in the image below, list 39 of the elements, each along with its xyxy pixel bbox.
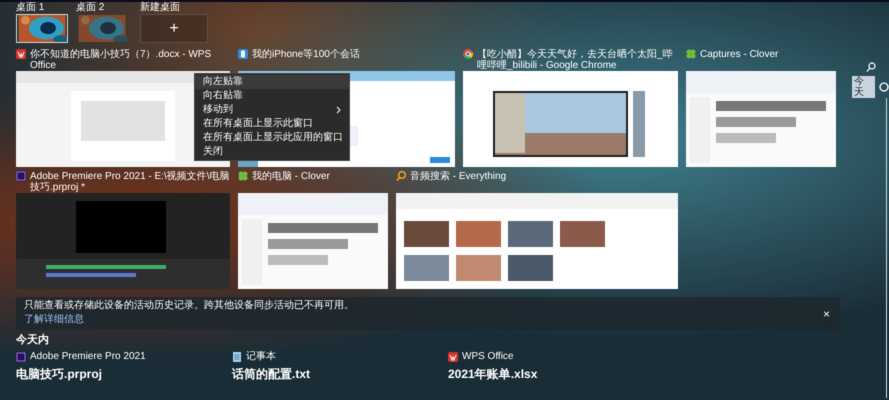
window-title: Captures - Clover <box>700 49 778 60</box>
menu-item[interactable]: 向左贴靠 <box>195 75 349 89</box>
app-icon <box>16 352 26 362</box>
menu-item[interactable]: 向右贴靠 <box>195 89 349 103</box>
app-icon <box>448 352 458 362</box>
phone-icon <box>238 49 248 59</box>
desktop-thumbnail[interactable] <box>16 14 68 43</box>
app-name: Adobe Premiere Pro 2021 <box>30 351 146 363</box>
window-title: 我的iPhone等100个会话 <box>252 49 360 60</box>
learn-more-link[interactable]: 了解详细信息 <box>24 314 84 325</box>
new-desktop-button[interactable]: + <box>140 14 208 43</box>
activity-title: 电脑技巧.prproj <box>16 367 103 381</box>
browser-icon <box>463 49 473 59</box>
app-name: 记事本 <box>246 351 276 363</box>
menu-item[interactable]: 关闭 <box>195 145 349 159</box>
menu-item[interactable]: 移动到 <box>195 103 349 117</box>
close-button[interactable]: × <box>820 308 832 320</box>
desktop-label: 桌面 1 <box>16 2 46 14</box>
app-name: WPS Office <box>462 351 514 363</box>
app-icon <box>16 49 26 59</box>
clover-icon <box>686 49 696 59</box>
search-icon[interactable] <box>866 62 876 72</box>
desktop-label: 新建桌面 <box>140 2 181 14</box>
notice-text: 只能查看或存储此设备的活动历史记录。跨其他设备同步活动已不再可用。 <box>24 300 354 312</box>
activity-title: 2021年账单.xlsx <box>448 367 538 381</box>
timeline-handle[interactable] <box>879 82 889 92</box>
app-icon <box>16 171 26 181</box>
desktop-thumbnail[interactable] <box>76 14 128 43</box>
window-title: 【吃小醋】今天天气好，去天台晒个太阳_哔哩哔哩_bilibili - Google Chrome <box>477 49 674 71</box>
menu-item[interactable]: 在所有桌面上显示此应用的窗口 <box>195 131 349 145</box>
menu-item[interactable]: 在所有桌面上显示此窗口 <box>195 117 349 131</box>
notepad-icon <box>232 352 242 362</box>
section-heading: 今天内 <box>16 334 50 347</box>
desktop-label: 桌面 2 <box>76 2 106 14</box>
search-icon <box>396 171 406 181</box>
chevron-icon <box>336 106 341 114</box>
activity-title: 话筒的配置.txt <box>232 367 311 381</box>
clover-icon <box>238 171 248 181</box>
timeline-label: 今天 <box>852 76 875 98</box>
